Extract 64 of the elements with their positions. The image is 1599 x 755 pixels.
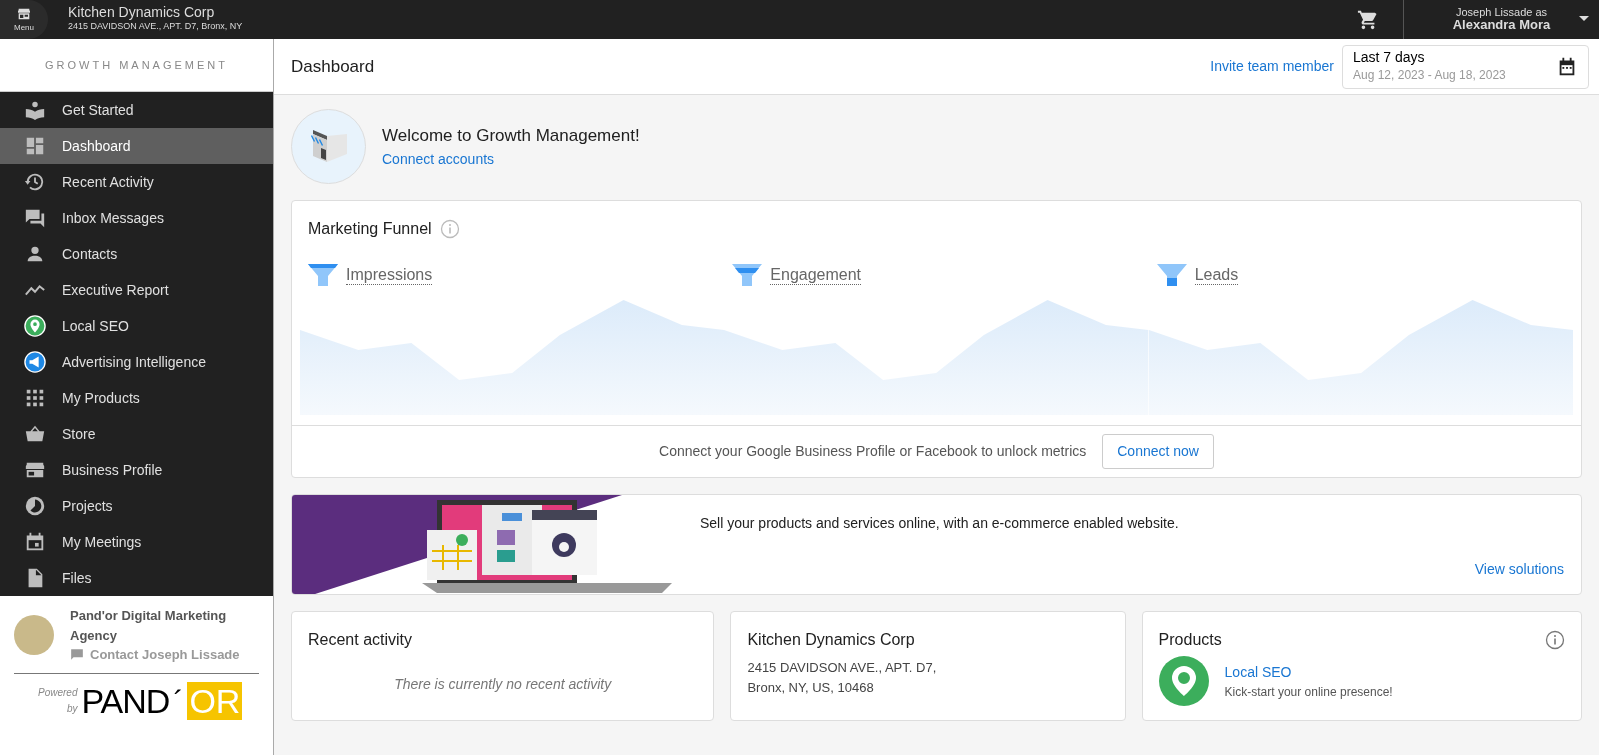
sidebar-item[interactable]: Advertising Intelligence — [0, 344, 273, 380]
sidebar-item[interactable]: My Products — [0, 380, 273, 416]
logo-mark: ´ — [173, 685, 184, 716]
sidebar-item[interactable]: Inbox Messages — [0, 200, 273, 236]
sidebar-item[interactable]: Dashboard — [0, 128, 273, 164]
card-title: Recent activity — [308, 630, 413, 650]
avatar-photo — [14, 615, 54, 656]
address-line: 2415 DAVIDSON AVE., APT. D7, — [747, 659, 938, 677]
sidebar-item[interactable]: Recent Activity — [0, 164, 273, 200]
product-tagline: Kick-start your online presence! — [1224, 683, 1393, 701]
company-name: Kitchen Dynamics Corp — [68, 5, 216, 21]
card-title: Kitchen Dynamics Corp — [747, 630, 915, 650]
grid-icon — [24, 387, 46, 409]
agency-name: Pand'or Digital Marketing Agency — [70, 607, 228, 645]
sidebar-item[interactable]: Business Profile — [0, 452, 273, 488]
powered-by-text: by — [65, 701, 78, 716]
reader-icon — [24, 99, 46, 121]
logo-text: PAND — [81, 683, 170, 718]
product-link[interactable]: Local SEO — [1224, 661, 1393, 683]
menu-button[interactable]: Menu — [0, 0, 48, 39]
sidebar-heading: GROWTH MANAGEMENT — [0, 39, 273, 92]
funnel-stage-label[interactable]: Leads — [1194, 264, 1239, 286]
megaphone-icon — [24, 351, 46, 373]
location-pin-icon — [24, 315, 46, 337]
banner-text: Sell your products and services online, with an e-commerce enabled website. — [700, 514, 1180, 533]
caret-icon — [1579, 16, 1589, 21]
calendar-icon — [24, 531, 46, 553]
cart-icon — [1357, 9, 1379, 32]
info-icon — [1545, 630, 1565, 650]
card-title: Marketing Funnel — [308, 219, 432, 239]
connect-accounts-link[interactable]: Connect accounts — [382, 150, 495, 167]
view-solutions-link[interactable]: View solutions — [1474, 561, 1564, 577]
funnel-icon — [1156, 264, 1187, 286]
sidebar-item[interactable]: Contacts — [0, 236, 273, 272]
sidebar-item[interactable]: Get Started — [0, 92, 273, 128]
funnel-stage-label[interactable]: Impressions — [346, 264, 433, 286]
date-range-picker[interactable]: Last 7 days Aug 12, 2023 - Aug 18, 2023 — [1342, 44, 1589, 89]
info-icon — [439, 219, 460, 239]
page-title: Dashboard — [291, 55, 376, 78]
sidebar-item[interactable]: Local SEO — [0, 308, 273, 344]
sidebar-item[interactable]: Files — [0, 560, 273, 596]
funnel-icon — [732, 264, 763, 286]
location-pin-icon — [1158, 656, 1209, 706]
logo-badge: OR — [187, 681, 243, 720]
sidebar-item[interactable]: Store — [0, 416, 273, 452]
empty-state-text: There is currently no recent activity — [393, 675, 613, 694]
dashboard-icon — [24, 135, 46, 157]
powered-by-text: Powered — [38, 685, 78, 700]
history-icon — [24, 171, 46, 193]
chat-icon — [70, 647, 84, 662]
address-line: Bronx, NY, US, 10468 — [747, 678, 875, 697]
funnel-icon — [308, 264, 338, 286]
chat-icon — [24, 207, 46, 229]
connect-now-button[interactable]: Connect now — [1102, 434, 1214, 469]
card-title: Products — [1158, 630, 1222, 650]
company-address: 2415 DAVIDSON AVE., APT. D7, Bronx, NY — [68, 20, 243, 34]
sidebar-item[interactable]: My Meetings — [0, 524, 273, 560]
welcome-title: Welcome to Growth Management! — [382, 125, 640, 148]
invite-link[interactable]: Invite team member — [1210, 56, 1334, 77]
pie-icon — [24, 495, 46, 517]
funnel-stage-label[interactable]: Engagement — [770, 264, 862, 286]
sidebar-item[interactable]: Projects — [0, 488, 273, 524]
sidebar-item[interactable]: Executive Report — [0, 272, 273, 308]
unlock-metrics-text: Connect your Google Business Profile or Facebook to unlock metrics — [659, 442, 1087, 461]
